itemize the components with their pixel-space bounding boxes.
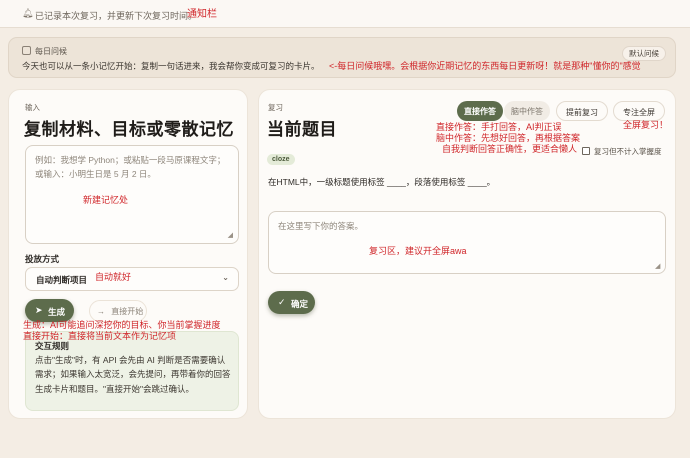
tab-early-review[interactable]: 提前复习 <box>556 101 608 121</box>
arrow-right-icon: → <box>97 307 105 316</box>
notification-bar: 🔔︎ 已记录本次复习，并更新下次复习时间。 通知栏 <box>0 0 690 28</box>
interaction-rules-panel: 交互规则 点击"生成"时，有 API 会先由 AI 判断是否需要确认需求；如果输… <box>25 331 239 411</box>
mode-select-value: 自动判断项目 <box>36 275 88 285</box>
tab-mental-answer[interactable]: 脑中作答 <box>504 101 550 121</box>
input-card: 输入 复制材料、目标或零散记忆 ◢ 新建记忆处 投放方式 自动判断项目 ⌄ 自动… <box>8 89 248 419</box>
tab-direct-answer[interactable]: 直接作答 <box>457 101 503 121</box>
input-eyebrow: 输入 <box>25 103 40 112</box>
generate-button[interactable]: ➤ 生成 <box>25 299 74 322</box>
daily-greeting-title: 每日问候 <box>35 47 67 56</box>
checkbox-icon[interactable] <box>582 147 590 155</box>
check-icon: ✓ <box>278 297 286 307</box>
annotation-direct: 直接开始：直接将当前文本作为记忆项 <box>23 331 177 341</box>
skip-mastery-label: 复习但不计入掌握度 <box>594 147 662 156</box>
generate-button-label: 生成 <box>48 307 66 317</box>
annotation-generate: 生成：AI可能追问深挖你的目标、你当前掌握进度 <box>23 320 221 330</box>
review-title: 当前题目 <box>267 120 337 139</box>
daily-greeting-text: 今天也可以从一条小记忆开始：复制一句话进来，我会帮你变成可复习的卡片。 <box>22 61 320 71</box>
question-text: 在HTML中，一级标题使用标签 ____，段落使用标签 ____。 <box>268 177 496 187</box>
notification-text: 已记录本次复习，并更新下次复习时间。 <box>35 11 198 21</box>
annotation-mode: 自动就好 <box>95 272 132 282</box>
skip-mastery-checkbox[interactable]: 复习但不计入掌握度 <box>582 146 662 157</box>
annotation-direct-answer: 直接作答：手打回答，AI判正误 <box>436 122 562 132</box>
send-icon: ➤ <box>35 305 43 315</box>
direct-start-label: 直接开始 <box>111 307 144 316</box>
annotation-daily: <-每日问候哦嘿。会根据你近期记忆的东西每日更新呀！就是那种"懂你的"感觉 <box>329 61 641 71</box>
tab-focus-fullscreen[interactable]: 专注全屏 <box>613 101 665 121</box>
confirm-button-label: 确定 <box>291 299 309 309</box>
daily-greeting-banner: 每日问候 今天也可以从一条小记忆开始：复制一句话进来，我会帮你变成可复习的卡片。… <box>8 37 676 78</box>
answer-input[interactable] <box>268 211 666 274</box>
daily-greeting-header: 每日问候 <box>22 46 67 57</box>
annotation-notice: 通知栏 <box>187 9 217 20</box>
resize-handle-icon[interactable]: ◢ <box>228 231 233 239</box>
direct-start-button[interactable]: → 直接开始 <box>89 300 147 322</box>
annotation-self-judge: 自我判断回答正确性，更适合懒人 <box>442 144 578 154</box>
memory-input[interactable] <box>25 145 239 244</box>
annotation-mental-answer: 脑中作答：先想好回答，再根据答案 <box>436 133 581 143</box>
annotation-new-memory: 新建记忆处 <box>83 195 129 205</box>
confirm-button[interactable]: ✓ 确定 <box>268 291 315 314</box>
calendar-icon <box>22 46 31 55</box>
input-title: 复制材料、目标或零散记忆 <box>24 120 234 139</box>
bell-icon: 🔔︎ <box>22 8 34 18</box>
default-greeting-badge[interactable]: 默认问候 <box>622 46 666 61</box>
resize-handle-icon[interactable]: ◢ <box>655 262 660 270</box>
mode-select[interactable]: 自动判断项目 ⌄ <box>25 267 239 291</box>
chevron-down-icon: ⌄ <box>222 273 229 282</box>
card-type-badge: cloze <box>267 154 295 165</box>
review-eyebrow: 复习 <box>268 103 283 112</box>
interaction-rules-text: 点击"生成"时，有 API 会先由 AI 判断是否需要确认需求；如果输入太宽泛，… <box>35 355 231 394</box>
annotation-fullscreen: 全屏复习！ <box>623 120 669 130</box>
annotation-review-area: 复习区，建议开全屏awa <box>369 246 467 256</box>
mode-label: 投放方式 <box>25 254 60 264</box>
review-card: 复习 当前题目 直接作答 脑中作答 提前复习 专注全屏 直接作答：手打回答，AI… <box>258 89 676 419</box>
